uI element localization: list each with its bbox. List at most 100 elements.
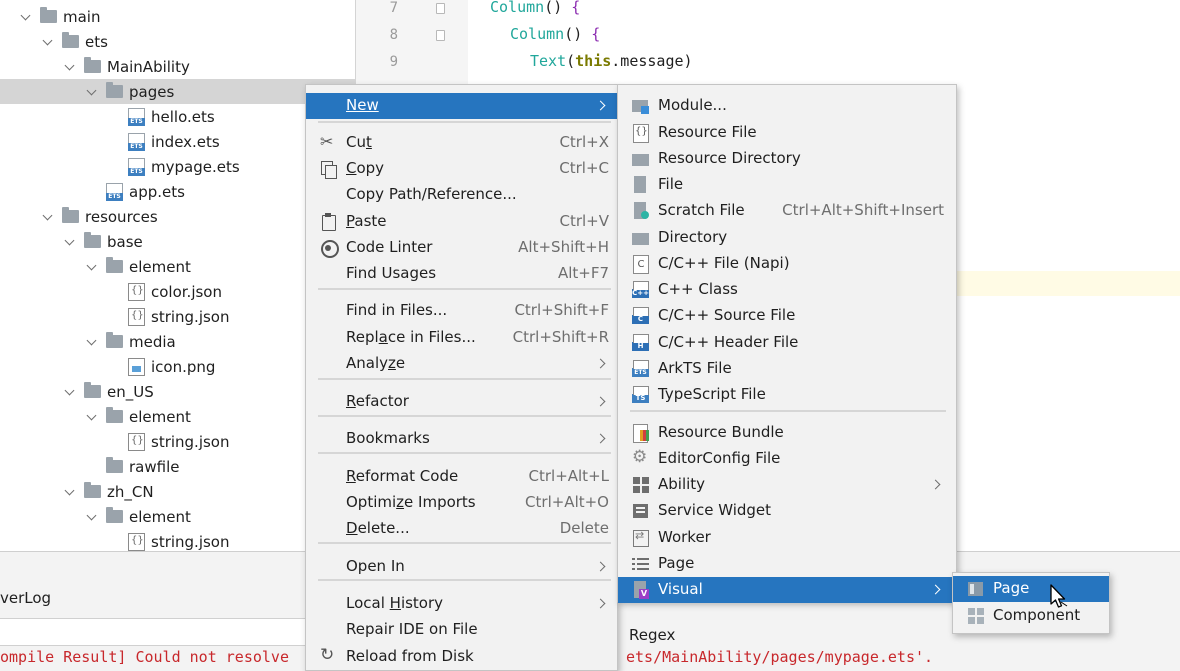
fold-marker-icon[interactable]: [436, 30, 445, 41]
label-part: Code Linter: [346, 238, 433, 256]
expand-chevron-icon[interactable]: [42, 211, 54, 223]
new-item-cpp-header[interactable]: C/C++ Header File: [618, 330, 956, 356]
expand-chevron-icon: [108, 286, 120, 298]
tree-row-mainability[interactable]: MainAbility: [0, 54, 355, 79]
tree-row-element[interactable]: element: [0, 254, 355, 279]
expand-chevron-icon[interactable]: [20, 11, 32, 23]
menu-item-paste[interactable]: Paste Ctrl+V: [306, 209, 617, 235]
new-item-cpp-napi[interactable]: C/C++ File (Napi): [618, 251, 956, 277]
menu-item-reformat-code[interactable]: Reformat Code Ctrl+Alt+L: [306, 464, 617, 490]
menu-item-replace-in-files[interactable]: Replace in Files... Ctrl+Shift+R: [306, 325, 617, 351]
new-item-module[interactable]: Module...: [618, 93, 956, 119]
menu-item-reload-from-disk[interactable]: Reload from Disk: [306, 644, 617, 670]
menu-item-find-usages[interactable]: Find Usages Alt+F7: [306, 261, 617, 287]
tree-row-en-us[interactable]: en_US: [0, 379, 355, 404]
new-item-ability[interactable]: Ability: [618, 472, 956, 498]
tree-row-rawfile[interactable]: rawfile: [0, 454, 355, 479]
expand-chevron-icon[interactable]: [86, 511, 98, 523]
new-item-resource-directory[interactable]: Resource Directory: [618, 146, 956, 172]
new-item-editorconfig[interactable]: EditorConfig File: [618, 446, 956, 472]
new-item-arkts-file[interactable]: ArkTS File: [618, 356, 956, 382]
widget-icon: [632, 502, 650, 520]
tree-row-base[interactable]: base: [0, 229, 355, 254]
menu-item-cut[interactable]: Cut Ctrl+X: [306, 130, 617, 156]
expand-chevron-icon[interactable]: [64, 61, 76, 73]
menu-item-open-in[interactable]: Open In: [306, 554, 617, 580]
expand-chevron-icon[interactable]: [86, 86, 98, 98]
folder-icon: [84, 382, 101, 398]
new-item-service-widget[interactable]: Service Widget: [618, 498, 956, 524]
code-token: {: [571, 0, 581, 16]
new-submenu: Module... Resource File Resource Directory…: [617, 84, 957, 603]
tree-row-zh-cn[interactable]: zh_CN: [0, 479, 355, 504]
new-item-cpp-class[interactable]: C++ Class: [618, 277, 956, 303]
new-item-scratch-file[interactable]: Scratch File Ctrl+Alt+Shift+Insert: [618, 198, 956, 224]
new-item-directory[interactable]: Directory: [618, 225, 956, 251]
expand-chevron-icon[interactable]: [64, 236, 76, 248]
code-line[interactable]: Column() {: [490, 0, 580, 16]
menu-item-copy-path[interactable]: Copy Path/Reference...: [306, 182, 617, 208]
menu-item-label: Code Linter: [346, 238, 432, 256]
menu-item-analyze[interactable]: Analyze: [306, 351, 617, 377]
tree-row-main[interactable]: main: [0, 4, 355, 29]
expand-chevron-icon[interactable]: [64, 386, 76, 398]
expand-chevron-icon[interactable]: [64, 486, 76, 498]
menu-item-copy[interactable]: Copy Ctrl+C: [306, 156, 617, 182]
tree-row-color-json[interactable]: color.json: [0, 279, 355, 304]
menu-item-optimize-imports[interactable]: Optimize Imports Ctrl+Alt+O: [306, 490, 617, 516]
menu-item-label: TypeScript File: [658, 385, 766, 403]
label-part: Repair IDE on File: [346, 620, 478, 638]
tree-row-element[interactable]: element: [0, 504, 355, 529]
visual-item-visual-component[interactable]: Component: [953, 603, 1109, 629]
menu-item-shortcut: Alt+Shift+H: [518, 238, 609, 256]
code-line[interactable]: Column() {: [510, 25, 600, 43]
folder-icon: [106, 407, 123, 423]
menu-item-new[interactable]: New: [306, 93, 617, 119]
new-item-worker[interactable]: Worker: [618, 525, 956, 551]
tree-item-label: hello.ets: [151, 107, 215, 126]
tree-row-pages[interactable]: pages: [0, 79, 355, 104]
new-item-resource-bundle[interactable]: Resource Bundle: [618, 420, 956, 446]
tree-row-index-ets[interactable]: index.ets: [0, 129, 355, 154]
expand-chevron-icon[interactable]: [86, 336, 98, 348]
new-item-visual[interactable]: Visual: [618, 577, 956, 603]
menu-item-label: Visual: [658, 580, 703, 598]
new-item-page[interactable]: Page: [618, 551, 956, 577]
tree-row-element[interactable]: element: [0, 404, 355, 429]
menu-item-shortcut: Alt+F7: [557, 264, 609, 282]
new-item-file[interactable]: File: [618, 172, 956, 198]
menu-item-find-in-files[interactable]: Find in Files... Ctrl+Shift+F: [306, 298, 617, 324]
visual-submenu: Page Component: [952, 572, 1110, 634]
menu-item-label: ArkTS File: [658, 359, 732, 377]
json-file-icon: [128, 307, 145, 326]
tree-row-ets[interactable]: ets: [0, 29, 355, 54]
log-tab[interactable]: verLog: [0, 584, 356, 616]
tree-row-hello-ets[interactable]: hello.ets: [0, 104, 355, 129]
new-item-typescript-file[interactable]: TypeScript File: [618, 382, 956, 408]
tree-row-resources[interactable]: resources: [0, 204, 355, 229]
menu-item-bookmarks[interactable]: Bookmarks: [306, 426, 617, 452]
expand-chevron-icon[interactable]: [86, 261, 98, 273]
tree-row-string-json[interactable]: string.json: [0, 304, 355, 329]
menu-item-refactor[interactable]: Refactor: [306, 389, 617, 415]
tree-row-icon-png[interactable]: icon.png: [0, 354, 355, 379]
menu-item-label: Worker: [658, 528, 711, 546]
new-item-cpp-source[interactable]: C/C++ Source File: [618, 303, 956, 329]
new-item-resource-file[interactable]: Resource File: [618, 120, 956, 146]
expand-chevron-icon[interactable]: [86, 411, 98, 423]
tree-row-app-ets[interactable]: app.ets: [0, 179, 355, 204]
menu-item-repair-ide[interactable]: Repair IDE on File: [306, 617, 617, 643]
worker-icon: [632, 529, 650, 547]
log-filter-bar[interactable]: [0, 618, 356, 646]
expand-chevron-icon[interactable]: [42, 36, 54, 48]
menu-item-local-history[interactable]: Local History: [306, 591, 617, 617]
tree-row-mypage-ets[interactable]: mypage.ets: [0, 154, 355, 179]
code-line[interactable]: Text(this.message): [530, 52, 693, 70]
tree-row-media[interactable]: media: [0, 329, 355, 354]
menu-item-delete[interactable]: Delete... Delete: [306, 516, 617, 542]
visual-item-visual-page[interactable]: Page: [953, 576, 1109, 602]
fold-marker-icon[interactable]: [436, 3, 445, 14]
menu-item-code-linter[interactable]: Code Linter Alt+Shift+H: [306, 235, 617, 261]
expand-chevron-icon[interactable]: [86, 461, 98, 473]
tree-row-string-json[interactable]: string.json: [0, 429, 355, 454]
